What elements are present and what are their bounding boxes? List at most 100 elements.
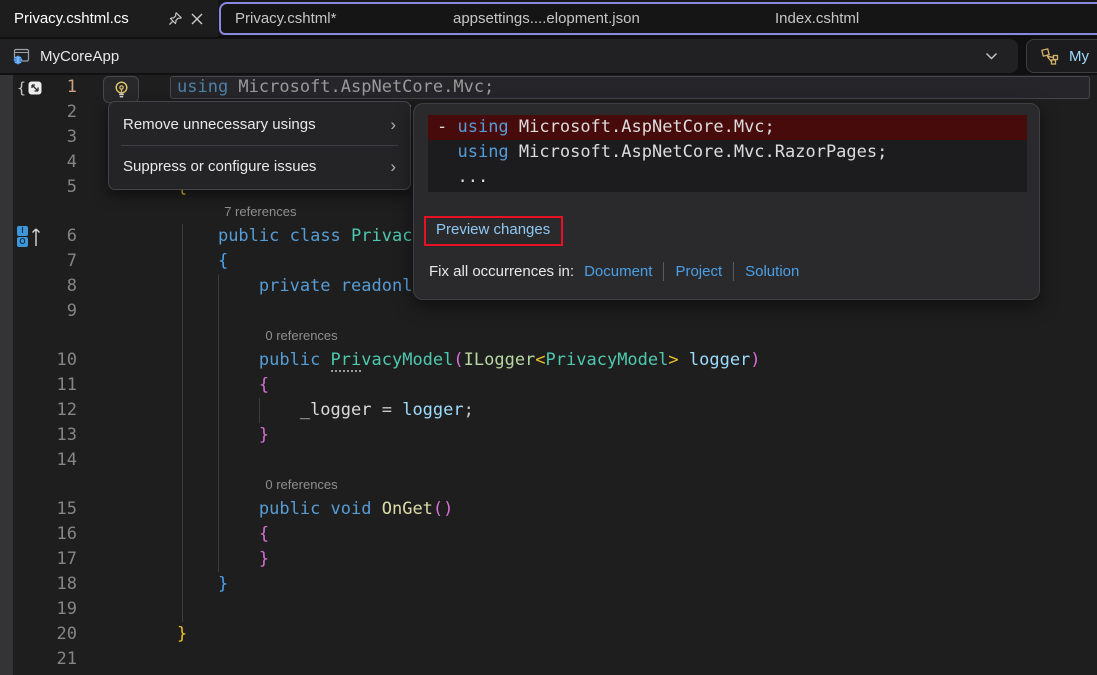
line-number: 15 [49,497,81,522]
editor-margin-strip [0,75,13,675]
annotation-red-box: Preview changes [424,216,563,246]
fix-preview-popup: - using Microsoft.AspNetCore.Mvc; using … [413,103,1040,300]
token [177,226,218,246]
token [177,425,259,445]
token: } [177,624,187,644]
code-text: { [81,522,1097,547]
codelens-references-link[interactable]: 0 references [13,324,1097,348]
menu-item-suppress-or-configure-issues[interactable]: Suppress or configure issues› [109,148,410,185]
code-line: 19 [13,597,1097,622]
brace-navigate-icon[interactable]: { [13,79,49,97]
fix-scope-solution[interactable]: Solution [745,263,799,280]
code-text: } [81,547,1097,572]
code-line: 10 public PrivacyModel(ILogger<PrivacyMo… [13,348,1097,373]
tab-index-cshtml[interactable]: Index.cshtml [761,4,1097,33]
inheritance-icon[interactable]: IO [13,226,49,247]
token: Pri [331,350,362,372]
code-text: { [81,373,1097,398]
token: logger [689,350,750,370]
gutter: 11 [13,373,81,398]
tab-group: Privacy.cshtml*appsettings....elopment.j… [219,2,1097,35]
code-text: public PrivacyModel(ILogger<PrivacyModel… [81,348,1097,373]
project-name: MyCoreApp [40,48,119,65]
token: logger [402,400,463,420]
token: private [259,276,341,296]
token: } [218,574,228,594]
codelens-line: 0 references [13,324,1097,348]
token [177,251,218,271]
line-number: 3 [49,125,81,150]
fix-scope-project[interactable]: Project [675,263,722,280]
token [177,499,259,519]
pin-icon[interactable] [164,8,186,30]
line-number: 1 [49,75,81,100]
diff-line: ... [428,165,1027,190]
token [177,375,259,395]
line-number: 16 [49,522,81,547]
code-line: 9 [13,299,1097,324]
token [177,350,259,370]
code-text [81,299,1097,324]
line-number: 11 [49,373,81,398]
token [679,350,689,370]
token: using [457,142,518,162]
tab-privacy-cshtml-[interactable]: Privacy.cshtml* [221,4,439,33]
code-editor[interactable]: {1using Microsoft.AspNetCore.Mvc;2using … [0,75,1097,675]
gutter: 19 [13,597,81,622]
gutter: 12 [13,398,81,423]
token: ILogger [464,350,536,370]
line-number: 19 [49,597,81,622]
line-number: 4 [49,150,81,175]
line-number: 14 [49,448,81,473]
navigation-bar: MyCoreApp My [0,37,1097,75]
token: ) [443,499,453,519]
code-line: 21 [13,647,1097,672]
token: ( [433,499,443,519]
gutter: 13 [13,423,81,448]
gutter: 17 [13,547,81,572]
tab-appsettings-elopment-json[interactable]: appsettings....elopment.json [439,4,761,33]
token: { [259,524,269,544]
token: ; [464,400,474,420]
close-icon[interactable] [186,8,208,30]
code-text: } [81,622,1097,647]
code-line: 17 } [13,547,1097,572]
member-dropdown[interactable]: My [1026,39,1097,73]
gutter: 10 [13,348,81,373]
gutter: 20 [13,622,81,647]
menu-separator [121,145,398,146]
token: ... [437,167,488,187]
token: = [371,400,402,420]
token: public [218,226,290,246]
code-text: } [81,572,1097,597]
member-name: My [1069,48,1089,65]
line-number: 5 [49,175,81,200]
code-line: 13 } [13,423,1097,448]
menu-item-remove-unnecessary-usings[interactable]: Remove unnecessary usings› [109,106,410,143]
token: } [259,425,269,445]
gutter: 16 [13,522,81,547]
active-tab-label: Privacy.cshtml.cs [14,10,164,27]
token: using [457,117,518,137]
code-text: public void OnGet() [81,497,1097,522]
lightbulb-icon[interactable] [103,76,139,103]
codelens-references-link[interactable]: 0 references [13,473,1097,497]
code-line: {1using Microsoft.AspNetCore.Mvc; [13,75,1097,100]
code-text [81,448,1097,473]
token: class [290,226,351,246]
fix-scope-document[interactable]: Document [584,263,652,280]
line-number: 7 [49,249,81,274]
token: { [218,251,228,271]
line-number: 17 [49,547,81,572]
scope-separator [733,262,734,281]
line-number: 18 [49,572,81,597]
code-text [81,647,1097,672]
token [177,276,259,296]
token [177,574,218,594]
project-dropdown[interactable]: MyCoreApp [0,39,1018,73]
document-tab-bar: Privacy.cshtml.cs Privacy.cshtml*appsett… [0,0,1097,37]
preview-changes-link[interactable]: Preview changes [436,221,550,238]
tab-privacy-cshtml-cs[interactable]: Privacy.cshtml.cs [0,0,218,37]
code-line: 20} [13,622,1097,647]
chevron-down-icon[interactable] [985,52,998,60]
